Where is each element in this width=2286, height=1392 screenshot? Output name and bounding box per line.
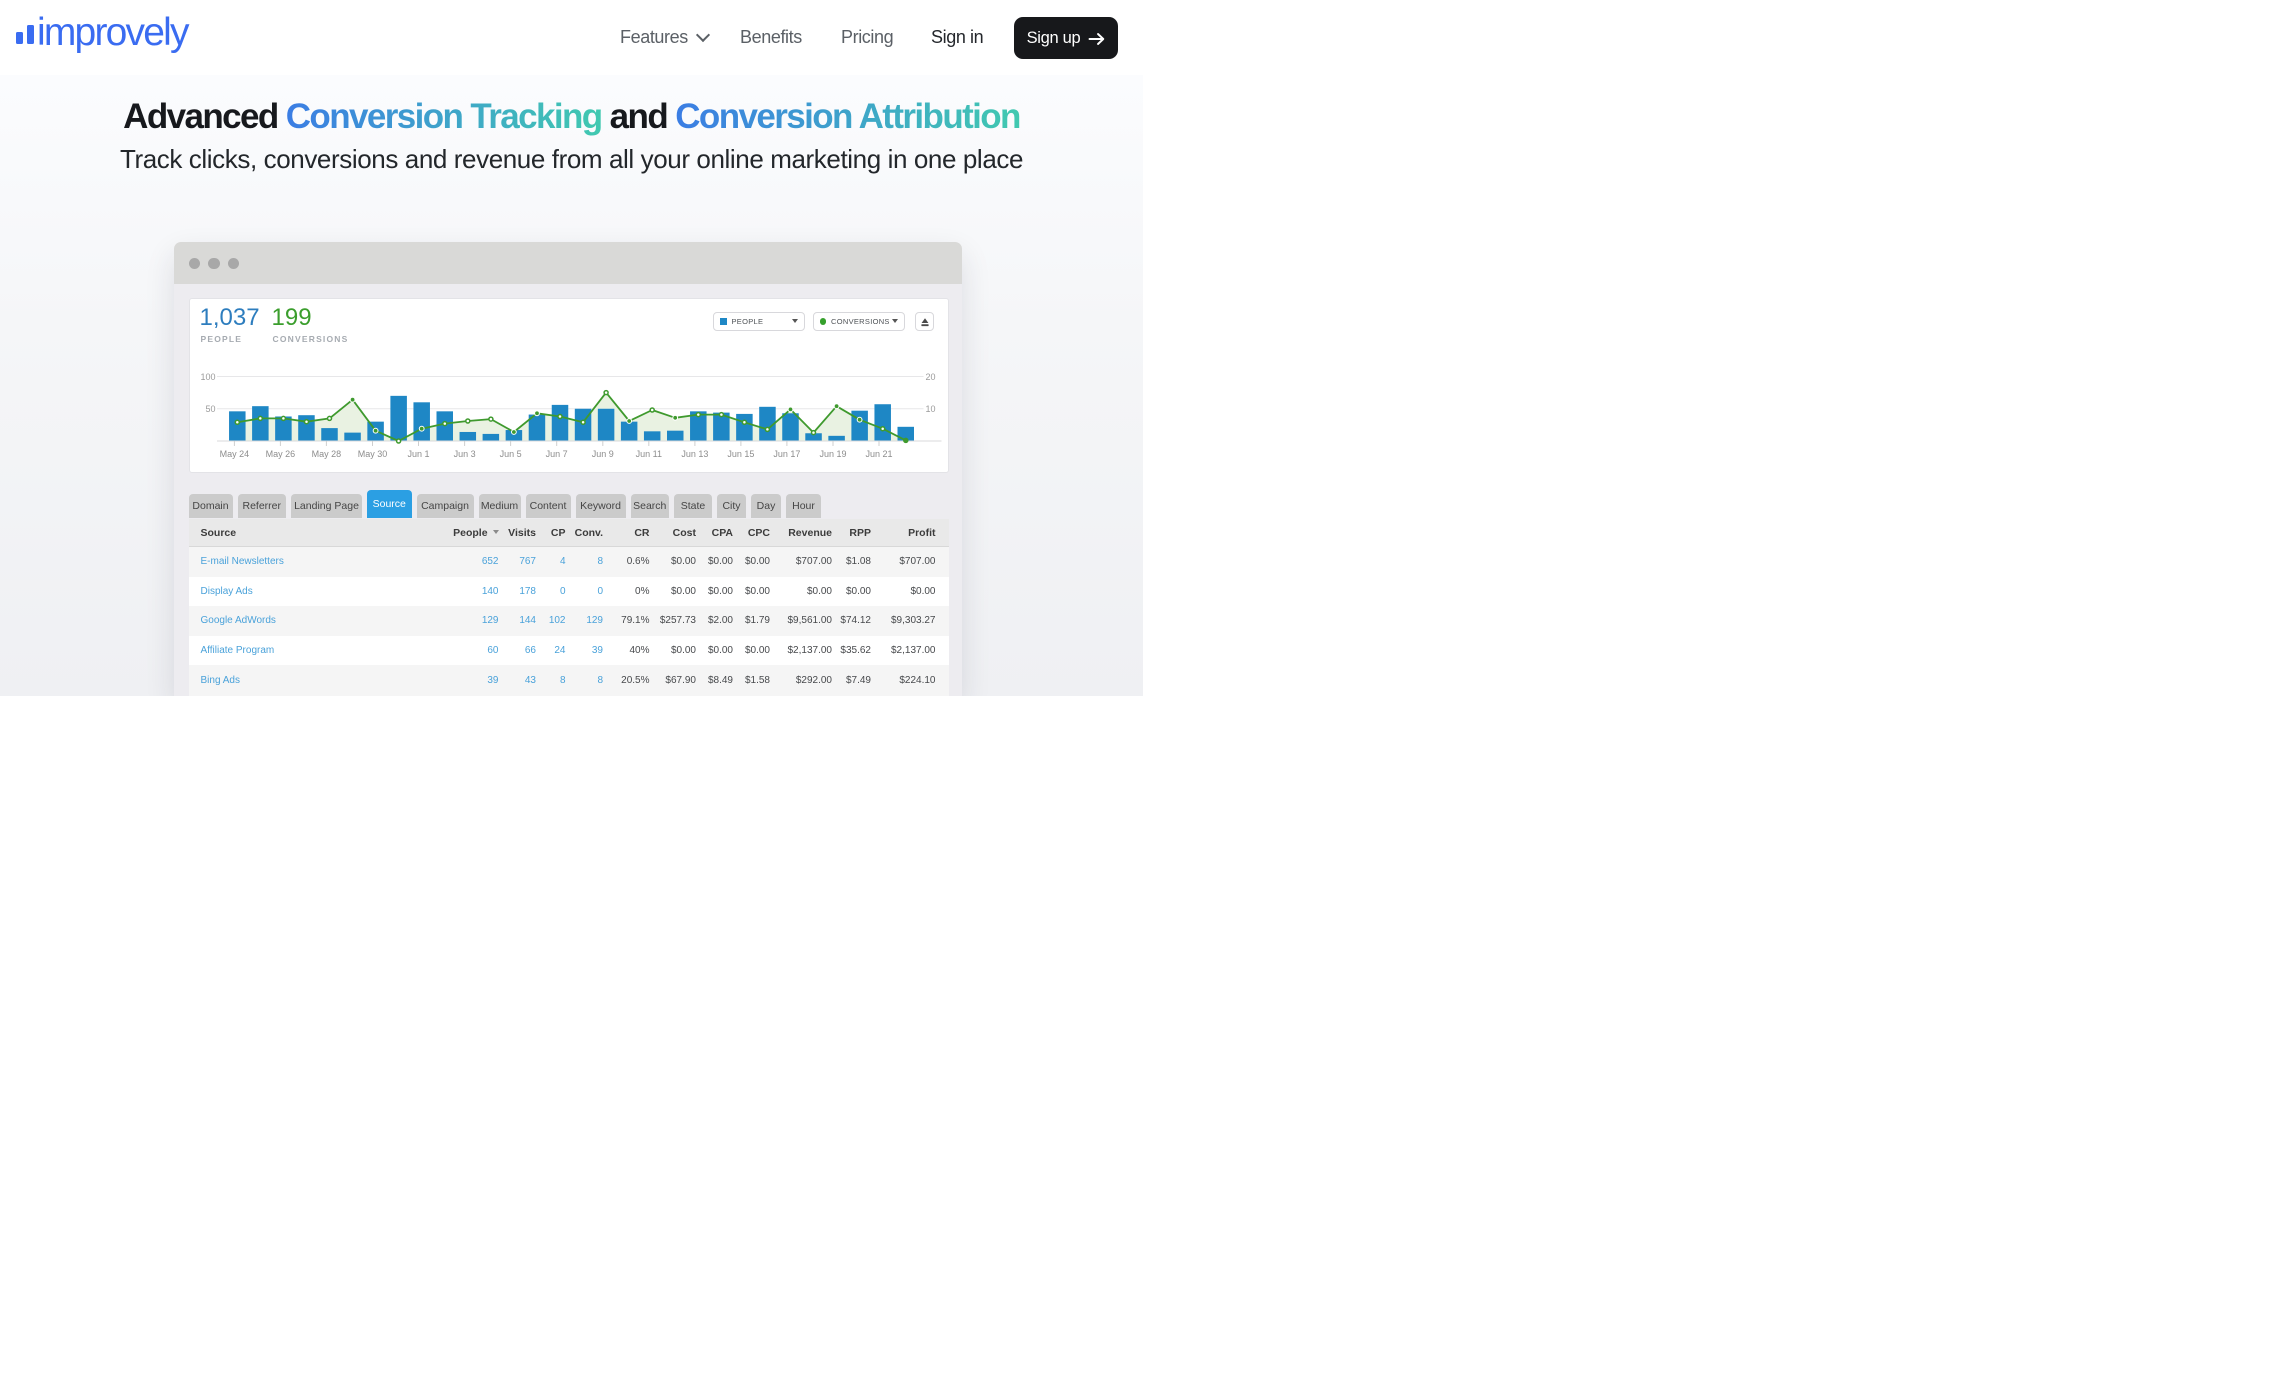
- svg-text:Jun 13: Jun 13: [681, 449, 708, 459]
- svg-text:Jun 17: Jun 17: [773, 449, 800, 459]
- svg-text:Jun 9: Jun 9: [591, 449, 613, 459]
- svg-text:50: 50: [205, 404, 215, 414]
- svg-text:100: 100: [200, 372, 215, 382]
- svg-text:Jun 11: Jun 11: [635, 449, 661, 459]
- svg-text:Jun 1: Jun 1: [407, 449, 429, 459]
- svg-text:Jun 3: Jun 3: [453, 449, 475, 459]
- svg-text:Jun 5: Jun 5: [499, 449, 521, 459]
- svg-text:Jun 15: Jun 15: [727, 449, 754, 459]
- svg-text:May 28: May 28: [311, 449, 341, 459]
- svg-text:20: 20: [925, 372, 935, 382]
- svg-text:Jun 21: Jun 21: [865, 449, 892, 459]
- svg-text:10: 10: [925, 404, 935, 414]
- svg-text:Jun 7: Jun 7: [545, 449, 567, 459]
- svg-text:Jun 19: Jun 19: [819, 449, 846, 459]
- svg-text:May 26: May 26: [265, 449, 295, 459]
- svg-text:May 30: May 30: [357, 449, 387, 459]
- svg-text:May 24: May 24: [219, 449, 249, 459]
